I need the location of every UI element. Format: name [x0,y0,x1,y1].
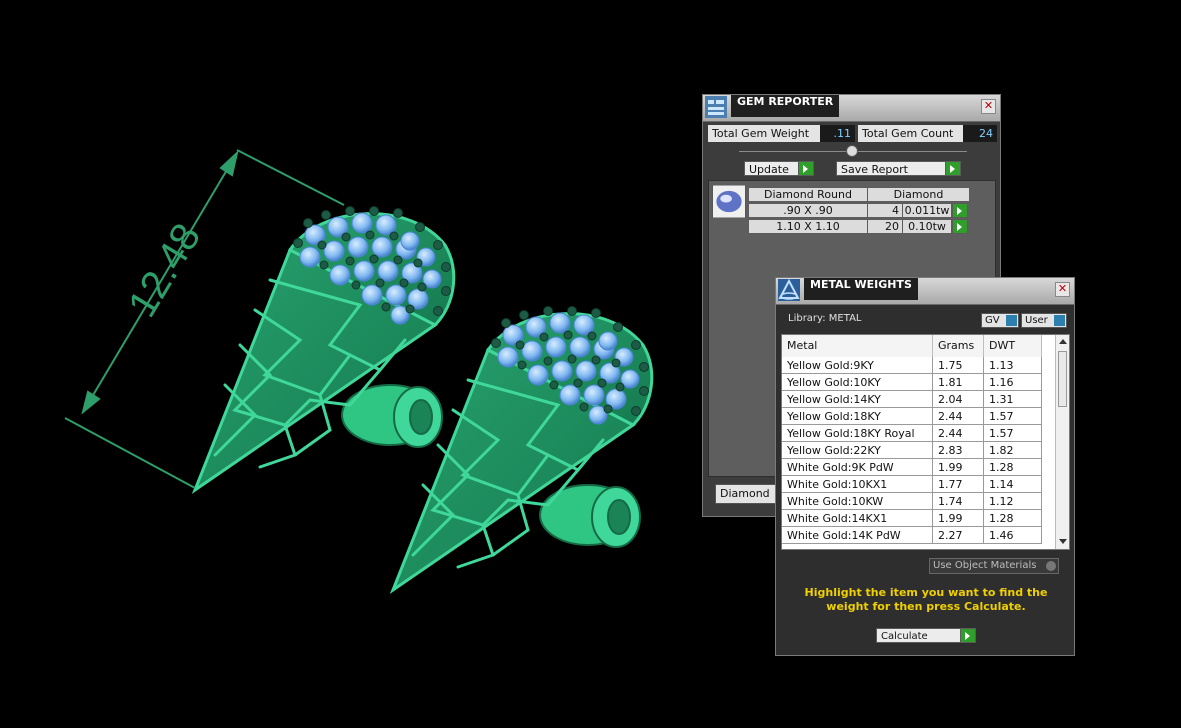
play-arrow-icon [945,162,960,175]
splitter-handle-icon[interactable] [846,145,858,157]
grams-cell: 1.81 [933,374,984,391]
calculate-button-label: Calculate [881,631,928,642]
grams-cell: 2.83 [933,442,984,459]
dwt-cell: 1.28 [984,510,1042,527]
material-dropdown-value: Diamond [720,487,770,500]
update-button-label: Update [749,163,789,176]
metal-name-cell: White Gold:14K PdW [782,527,933,544]
total-gem-weight-value: .11 [820,125,855,142]
library-label: Library: METAL [788,313,862,324]
grams-cell: 1.74 [933,493,984,510]
calculate-button[interactable]: Calculate [876,628,976,643]
dwt-column-header[interactable]: DWT [984,335,1042,357]
play-arrow-icon [798,162,813,175]
gv-label: GV [985,315,1000,326]
use-object-materials-toggle[interactable]: Use Object Materials [929,558,1059,574]
metal-name-cell: White Gold:9K PdW [782,459,933,476]
dwt-cell: 1.57 [984,408,1042,425]
gem-row-go-button[interactable] [952,219,968,234]
metal-weights-close-icon[interactable]: ✕ [1055,282,1070,297]
play-arrow-icon [960,629,975,642]
grams-cell: 2.44 [933,408,984,425]
metal-weights-title: METAL WEIGHTS [804,278,918,300]
scroll-down-icon[interactable] [1059,539,1067,544]
gem-type-header: Diamond [867,187,970,202]
gem-count: 20 [867,219,903,234]
gem-reporter-icon [705,96,727,118]
dwt-cell: 1.82 [984,442,1042,459]
gv-toggle[interactable]: GV [981,313,1019,328]
toggle-indicator-icon [1006,315,1017,326]
dwt-cell: 1.12 [984,493,1042,510]
vertical-scrollbar[interactable] [1055,335,1069,549]
metal-name-cell: Yellow Gold:10KY [782,374,933,391]
metal-column-header[interactable]: Metal [782,335,933,357]
metal-name-cell: White Gold:14KX1 [782,510,933,527]
save-report-button-label: Save Report [841,163,908,176]
scroll-up-icon[interactable] [1059,339,1067,344]
metal-name-cell: Yellow Gold:18KY Royal [782,425,933,442]
dwt-cell: 1.13 [984,357,1042,374]
total-gem-count-value: 24 [963,125,997,142]
metal-weights-titlebar[interactable]: METAL WEIGHTS ✕ [776,278,1074,305]
instruction-text: Highlight the item you want to find the … [804,586,1048,613]
dimension-label: 12.48 [120,216,209,324]
gem-reporter-titlebar[interactable]: GEM REPORTER ✕ [703,95,1000,122]
gem-shape-header: Diamond Round [748,187,868,202]
save-report-button[interactable]: Save Report [836,161,961,176]
gem-weight: 0.011tw [902,203,952,218]
gem-size: .90 X .90 [748,203,868,218]
grams-cell: 1.99 [933,459,984,476]
scroll-thumb[interactable] [1058,351,1067,407]
metal-name-cell: White Gold:10KW [782,493,933,510]
gem-size: 1.10 X 1.10 [748,219,868,234]
diamond-round-icon[interactable] [712,185,746,218]
use-object-materials-label: Use Object Materials [933,560,1037,571]
earring-left [193,205,456,492]
metal-weights-icon [778,279,800,301]
total-gem-weight-label: Total Gem Weight [708,125,820,142]
metal-name-cell: Yellow Gold:9KY [782,357,933,374]
gem-reporter-close-icon[interactable]: ✕ [981,99,996,114]
metal-table: Metal Grams DWT Yellow Gold:9KY 1.75 1.13 Y… [781,334,1070,550]
gem-count: 4 [867,203,903,218]
play-arrow-icon [952,204,967,217]
gem-reporter-title: GEM REPORTER [731,95,840,117]
metal-name-cell: Yellow Gold:22KY [782,442,933,459]
metal-weights-panel: METAL WEIGHTS ✕ Library: METAL GV User M… [775,277,1075,656]
dwt-cell: 1.14 [984,476,1042,493]
user-toggle[interactable]: User [1021,313,1067,328]
user-label: User [1025,315,1048,326]
metal-name-cell: Yellow Gold:18KY [782,408,933,425]
update-button[interactable]: Update [744,161,814,176]
grams-cell: 1.77 [933,476,984,493]
gem-row-go-button[interactable] [952,203,968,218]
gem-weight: 0.10tw [902,219,952,234]
dwt-cell: 1.31 [984,391,1042,408]
total-gem-count-label: Total Gem Count [858,125,963,142]
grams-cell: 2.44 [933,425,984,442]
earring-right [391,305,654,592]
material-dropdown[interactable]: Diamond [715,484,781,504]
play-arrow-icon [952,220,967,233]
metal-name-cell: White Gold:10KX1 [782,476,933,493]
dwt-cell: 1.16 [984,374,1042,391]
grams-cell: 1.75 [933,357,984,374]
dwt-cell: 1.57 [984,425,1042,442]
metal-name-cell: Yellow Gold:14KY [782,391,933,408]
dwt-cell: 1.46 [984,527,1042,544]
grams-cell: 1.99 [933,510,984,527]
grams-column-header[interactable]: Grams [933,335,984,357]
dwt-cell: 1.28 [984,459,1042,476]
toggle-indicator-icon [1054,315,1065,326]
grams-cell: 2.04 [933,391,984,408]
toggle-circle-icon [1046,561,1056,571]
grams-cell: 2.27 [933,527,984,544]
